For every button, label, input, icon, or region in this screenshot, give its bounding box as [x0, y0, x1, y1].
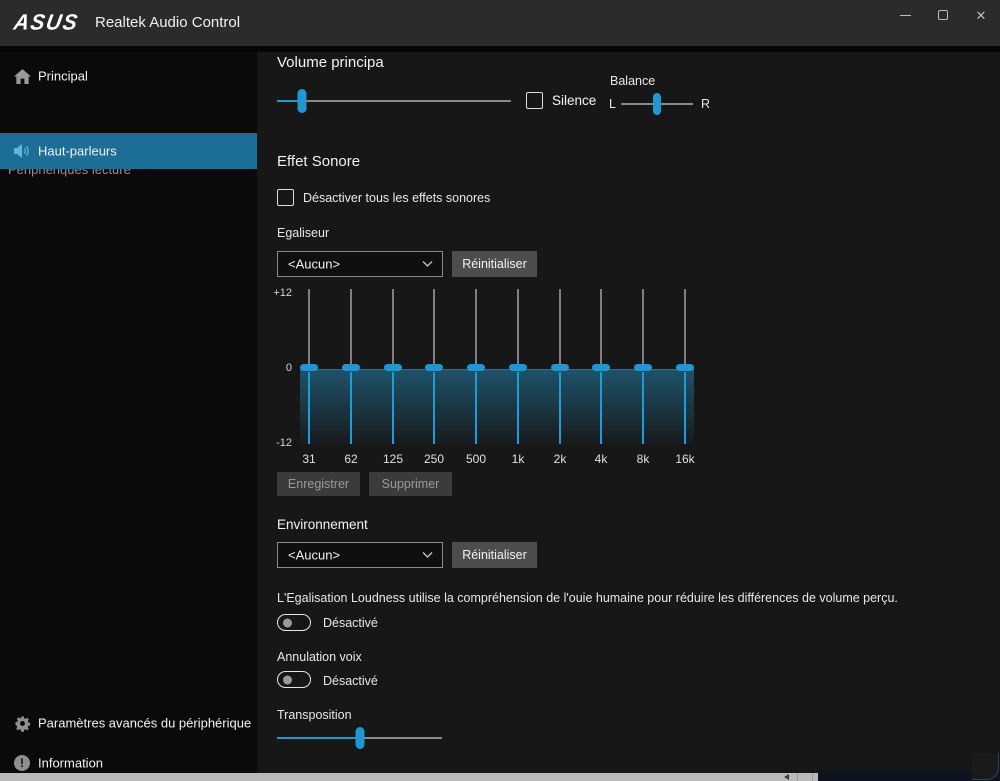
chevron-down-icon	[422, 552, 433, 559]
home-icon	[13, 67, 31, 85]
eq-band-handle[interactable]	[676, 364, 694, 371]
eq-band-handle[interactable]	[342, 364, 360, 371]
close-icon: ✕	[976, 9, 987, 22]
eq-band-slider[interactable]: 4k	[592, 288, 610, 468]
scrollbar-arrow-icon	[784, 774, 789, 780]
toggle-knob	[283, 675, 292, 684]
disable-all-effects-label: Désactiver tous les effets sonores	[303, 191, 490, 205]
eq-band-frequency: 500	[460, 452, 492, 466]
window-rounded-corner	[972, 753, 1000, 781]
horizontal-scrollbar[interactable]	[0, 773, 818, 781]
dropdown-value: <Aucun>	[288, 257, 340, 272]
sound-effects-heading: Effet Sonore	[277, 153, 360, 170]
loudness-description: L'Egalisation Loudness utilise la compré…	[277, 591, 898, 605]
toggle-knob	[283, 618, 292, 627]
loudness-toggle[interactable]	[277, 614, 311, 631]
asus-logo: ASUS	[12, 10, 81, 35]
app-window: ASUS Realtek Audio Control ✕ Principal P…	[0, 0, 1000, 781]
transposition-slider[interactable]	[277, 727, 442, 749]
balance-label: Balance	[610, 74, 655, 88]
maximize-icon	[938, 10, 948, 20]
eq-band-slider[interactable]: 125	[384, 288, 402, 468]
transposition-label: Transposition	[277, 708, 352, 722]
silence-label: Silence	[552, 93, 596, 108]
sidebar-item-speakers[interactable]: Haut-parleurs	[0, 133, 257, 169]
volume-heading: Volume principa	[277, 54, 384, 71]
eq-band-slider[interactable]: 62	[342, 288, 360, 468]
slider-handle[interactable]	[297, 89, 306, 113]
eq-band-handle[interactable]	[300, 364, 318, 371]
eq-band-slider[interactable]: 8k	[634, 288, 652, 468]
environment-preset-dropdown[interactable]: <Aucun>	[277, 542, 443, 568]
eq-band-frequency: 8k	[627, 452, 659, 466]
eq-scale-top: +12	[268, 287, 292, 299]
slider-handle[interactable]	[355, 727, 364, 749]
close-button[interactable]: ✕	[962, 0, 1000, 30]
eq-band-frequency: 2k	[544, 452, 576, 466]
eq-band-frequency: 250	[418, 452, 450, 466]
eq-band-handle[interactable]	[592, 364, 610, 371]
disable-all-effects-checkbox[interactable]	[277, 189, 294, 206]
loudness-state-label: Désactivé	[323, 616, 378, 630]
minimize-button[interactable]	[886, 0, 924, 30]
app-title: Realtek Audio Control	[95, 14, 240, 31]
voice-cancellation-toggle[interactable]	[277, 671, 311, 688]
silence-checkbox[interactable]	[526, 92, 543, 109]
equalizer-label: Egaliseur	[277, 226, 329, 240]
slider-track	[277, 100, 511, 102]
balance-left-label: L	[609, 97, 616, 111]
eq-band-handle[interactable]	[384, 364, 402, 371]
sidebar-item-label: Paramètres avancés du périphérique	[38, 716, 251, 731]
scrollbar-separator	[812, 773, 813, 781]
titlebar: ASUS Realtek Audio Control ✕	[0, 0, 1000, 46]
equalizer-reset-button[interactable]: Réinitialiser	[452, 251, 537, 277]
sidebar-item-label: Principal	[38, 69, 88, 84]
scrollbar-separator	[797, 773, 798, 781]
eq-band-slider[interactable]: 31	[300, 288, 318, 468]
dropdown-value: <Aucun>	[288, 548, 340, 563]
minimize-icon	[900, 15, 911, 16]
balance-right-label: R	[701, 97, 710, 111]
slider-handle[interactable]	[653, 93, 661, 115]
eq-band-slider[interactable]: 500	[467, 288, 485, 468]
eq-band-frequency: 16k	[669, 452, 701, 466]
eq-scale-bottom: -12	[268, 437, 292, 449]
eq-band-handle[interactable]	[467, 364, 485, 371]
eq-band-handle[interactable]	[509, 364, 527, 371]
speaker-icon	[13, 142, 31, 160]
voice-cancellation-state-label: Désactivé	[323, 674, 378, 688]
save-preset-button[interactable]: Enregistrer	[277, 472, 360, 496]
eq-band-frequency: 62	[335, 452, 367, 466]
eq-band-handle[interactable]	[634, 364, 652, 371]
info-icon: !	[13, 754, 31, 772]
eq-band-handle[interactable]	[551, 364, 569, 371]
balance-slider[interactable]	[621, 93, 693, 115]
sidebar-item-advanced-settings[interactable]: Paramètres avancés du périphérique	[0, 705, 257, 741]
sidebar: Principal Périphériques lecture Haut-par…	[0, 52, 257, 773]
eq-band-handle[interactable]	[425, 364, 443, 371]
eq-band-slider[interactable]: 250	[425, 288, 443, 468]
eq-band-frequency: 1k	[502, 452, 534, 466]
eq-band-frequency: 125	[377, 452, 409, 466]
environment-reset-button[interactable]: Réinitialiser	[452, 542, 537, 568]
slider-fill	[277, 737, 360, 739]
environment-label: Environnement	[277, 517, 368, 532]
sidebar-item-label: Haut-parleurs	[38, 144, 117, 159]
eq-band-slider[interactable]: 16k	[676, 288, 694, 468]
maximize-button[interactable]	[924, 0, 962, 30]
eq-band-slider[interactable]: 2k	[551, 288, 569, 468]
eq-band-slider[interactable]: 1k	[509, 288, 527, 468]
window-controls: ✕	[886, 0, 1000, 30]
sidebar-item-label: Information	[38, 756, 103, 771]
eq-band-frequency: 31	[293, 452, 325, 466]
eq-scale-zero: 0	[268, 362, 292, 374]
chevron-down-icon	[422, 261, 433, 268]
delete-preset-button[interactable]: Supprimer	[369, 472, 452, 496]
master-volume-slider[interactable]	[277, 89, 511, 113]
voice-cancellation-label: Annulation voix	[277, 650, 362, 664]
sidebar-item-principal[interactable]: Principal	[0, 58, 257, 94]
gear-icon	[13, 714, 31, 732]
eq-band-frequency: 4k	[585, 452, 617, 466]
equalizer-preset-dropdown[interactable]: <Aucun>	[277, 251, 443, 277]
